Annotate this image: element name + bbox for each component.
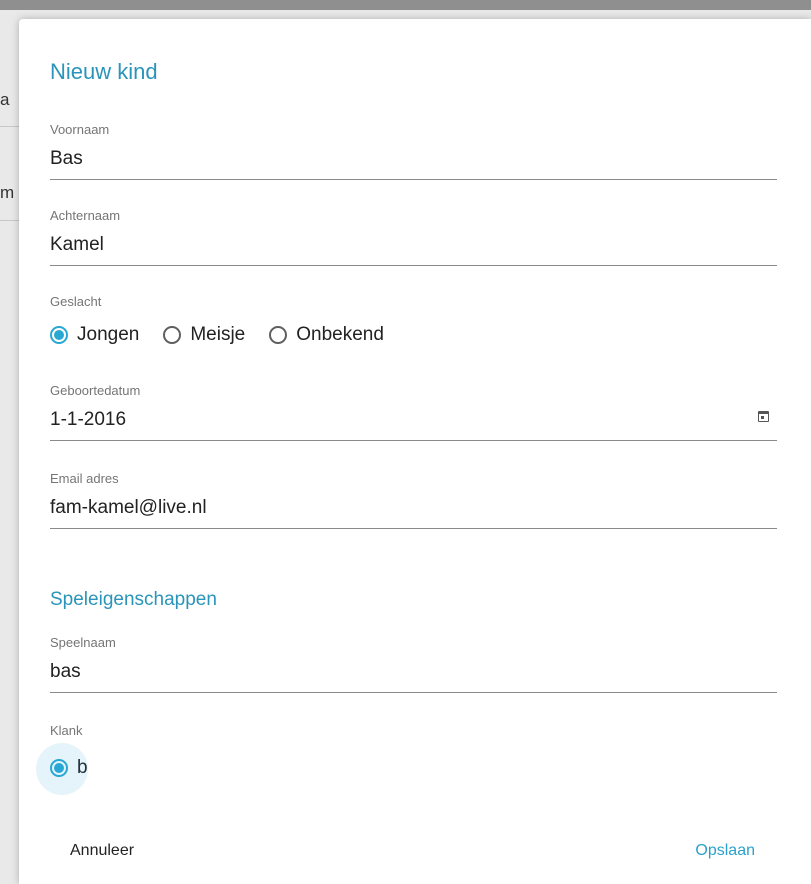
play-name-label: Speelnaam: [50, 635, 116, 650]
radio-unchecked-icon[interactable]: [163, 326, 182, 344]
play-name-underline: [50, 692, 777, 693]
email-field[interactable]: Email adres fam-kamel@live.nl: [50, 471, 777, 529]
first-name-field[interactable]: Voornaam Bas: [50, 122, 777, 180]
sound-radio-group: b: [36, 743, 112, 795]
sound-group: Klank: [50, 723, 777, 743]
last-name-field[interactable]: Achternaam Kamel: [50, 208, 777, 266]
gender-option-label: Meisje: [190, 324, 246, 345]
birthdate-underline: [50, 440, 777, 441]
first-name-input[interactable]: Bas: [50, 146, 777, 172]
save-button[interactable]: Opslaan: [683, 836, 767, 866]
sound-option-b[interactable]: b: [36, 743, 88, 795]
first-name-label: Voornaam: [50, 122, 110, 137]
first-name-underline: [50, 179, 777, 180]
gender-option-label: Jongen: [77, 324, 140, 345]
birthdate-label: Geboortedatum: [50, 383, 141, 398]
background-text-fragment: m: [0, 183, 15, 202]
email-label: Email adres: [50, 471, 119, 486]
gender-option-jongen[interactable]: Jongen: [50, 324, 139, 346]
gender-option-meisje[interactable]: Meisje: [163, 324, 245, 346]
cancel-button[interactable]: Annuleer: [58, 836, 146, 866]
background-text-fragment: a: [0, 90, 10, 109]
radio-unchecked-icon[interactable]: [269, 326, 288, 344]
gender-group: Geslacht: [50, 294, 777, 314]
gender-option-onbekend[interactable]: Onbekend: [269, 324, 384, 346]
radio-checked-icon[interactable]: [50, 759, 68, 777]
play-name-field[interactable]: Speelnaam bas: [50, 635, 777, 693]
birthdate-input[interactable]: 1-1-2016: [50, 407, 777, 433]
new-child-dialog: Nieuw kind Voornaam Bas Achternaam Kamel…: [19, 19, 811, 884]
play-name-input[interactable]: bas: [50, 659, 777, 685]
gender-label: Geslacht: [50, 294, 102, 309]
radio-checked-icon[interactable]: [50, 326, 68, 344]
game-properties-heading: Speleigenschappen: [50, 589, 217, 610]
last-name-input[interactable]: Kamel: [50, 232, 777, 258]
calendar-icon[interactable]: [758, 411, 769, 422]
last-name-underline: [50, 265, 777, 266]
email-underline: [50, 528, 777, 529]
birthdate-field[interactable]: Geboortedatum 1-1-2016: [50, 383, 777, 441]
email-input[interactable]: fam-kamel@live.nl: [50, 495, 777, 521]
last-name-label: Achternaam: [50, 208, 121, 223]
gender-option-label: Onbekend: [296, 324, 384, 345]
gender-radio-group: Jongen Meisje Onbekend: [50, 324, 408, 346]
dialog-title: Nieuw kind: [50, 59, 158, 84]
sound-label: Klank: [50, 723, 83, 738]
